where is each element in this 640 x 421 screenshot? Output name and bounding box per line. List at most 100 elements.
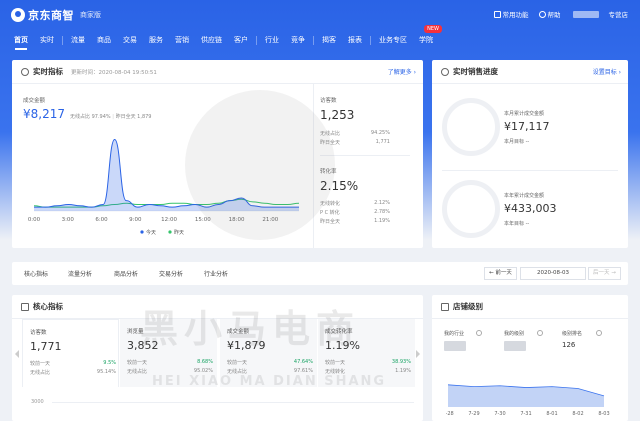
gmv-label: 成交金额 (23, 98, 46, 104)
legend-label: 昨天 (174, 229, 184, 236)
industry-value-blurred (444, 341, 466, 351)
date-picker[interactable]: 2020-08-03 (520, 267, 586, 280)
rank-date-label: 7-31 (520, 411, 531, 417)
x-tick-label: 0:00 (28, 217, 41, 223)
month-value: ¥17,117 (504, 120, 550, 133)
tab-traffic-analysis[interactable]: 流量分析 (68, 269, 92, 278)
info-icon (596, 330, 602, 336)
tab-trade[interactable]: 交易 (117, 30, 143, 51)
tab-industry-analysis[interactable]: 行业分析 (204, 269, 228, 278)
tab-supply-chain[interactable]: 供应链 (195, 30, 228, 51)
legend-marker (140, 230, 144, 234)
gmv-value: ¥8,217 (23, 107, 65, 121)
metric-label: 成交转化率 (325, 329, 353, 335)
tab-trade-analysis[interactable]: 交易分析 (159, 269, 183, 278)
sales-progress-card: 实时销售进度 设置目标 › 本月累计成交金额 ¥17,117 本月目标 -- 本… (432, 60, 628, 248)
realtime-title: 实时指标 (33, 67, 63, 76)
core-metrics-card: 核心指标 访客数 1,771 较前一天 9.5% 无线占比 95.14% 浏览量 3… (12, 295, 423, 421)
nav-divider (256, 36, 257, 45)
tab-product[interactable]: 商品 (91, 30, 117, 51)
tab-customer[interactable]: 客户 (228, 30, 254, 51)
year-target: 本年目标 -- (504, 221, 530, 227)
help-button[interactable]: 帮助 (538, 9, 561, 19)
month-target: 本月目标 -- (504, 139, 530, 145)
level-label: 我的级别 (504, 331, 525, 337)
common-functions-button[interactable]: 常用功能 (493, 9, 529, 19)
rank-date-label: 7-29 (468, 411, 479, 417)
month-progress-ring (442, 98, 500, 156)
rank-date-label: 8-01 (546, 411, 557, 417)
metric-change: 47.64% (293, 359, 313, 365)
visitors-label: 访客数 (320, 98, 337, 104)
metric-ratio: 97.61% (293, 368, 313, 374)
core-metrics-title: 核心指标 (33, 302, 63, 311)
tab-jieke[interactable]: 揭客 (316, 30, 342, 51)
store-level-card: 店铺级别 我的行业 我的级别 级别排名 126 7-28 7-29 7-30 7-31… (432, 295, 628, 421)
industry-label: 我的行业 (444, 331, 465, 337)
scroll-left-icon[interactable] (15, 350, 19, 358)
rank-date-label: 8-03 (598, 411, 609, 417)
visitors-wireless-value: 94.25% (370, 130, 390, 136)
metric-card-pageviews[interactable]: 浏览量 3,852 较前一天 8.68% 无线占比 95.02% (120, 319, 217, 387)
metric-value: 1,771 (30, 340, 62, 353)
brand-name: 京东商智 (28, 9, 74, 22)
scroll-right-icon[interactable] (416, 350, 420, 358)
year-progress-ring (442, 180, 500, 238)
x-tick-label: 9:00 (129, 217, 142, 223)
nav-divider (370, 36, 371, 45)
metric-change: 8.68% (197, 359, 213, 365)
tab-core-metrics[interactable]: 核心指标 (24, 269, 48, 278)
next-day-button[interactable]: 后一天 → (588, 267, 621, 280)
metric-label: 浏览量 (127, 329, 144, 335)
tab-reports[interactable]: 报表 (342, 30, 368, 51)
metric-value: ¥1,879 (227, 339, 266, 352)
month-label: 本月累计成交金额 (504, 111, 545, 117)
metric-ratio: 95.02% (193, 368, 213, 374)
info-icon (537, 330, 543, 336)
jd-logo-icon (11, 8, 25, 22)
prev-day-button[interactable]: ← 前一天 (484, 267, 517, 280)
metric-change: 9.5% (103, 360, 116, 366)
gmv-wireless-label: 无线占比 (70, 114, 91, 120)
gmv-wireless-value: 97.94% (91, 114, 111, 120)
help-icon (538, 10, 546, 18)
store-name[interactable]: 专营店 (609, 9, 629, 19)
divider (442, 170, 618, 171)
brand-logo[interactable]: 京东商智 商家版 (11, 7, 101, 23)
metric-card-visitors[interactable]: 访客数 1,771 较前一天 9.5% 无线占比 95.14% (22, 319, 119, 387)
tab-service[interactable]: 服务 (143, 30, 169, 51)
learn-more-link[interactable]: 了解更多 › (388, 67, 416, 76)
year-value: ¥433,003 (504, 202, 557, 215)
store-icon (441, 302, 449, 311)
conv-pc-label: P C 转化 (320, 210, 340, 216)
metric-ratio: 1.19% (395, 368, 411, 374)
store-level-title: 店铺级别 (453, 302, 483, 311)
tab-realtime[interactable]: 实时 (34, 30, 60, 51)
year-label: 本年累计成交金额 (504, 193, 545, 199)
tab-traffic[interactable]: 流量 (65, 30, 91, 51)
legend-marker (168, 230, 172, 234)
conv-yesterday-value: 1.19% (374, 218, 390, 224)
x-tick-label: 3:00 (62, 217, 75, 223)
tab-industry[interactable]: 行业 (259, 30, 285, 51)
tab-competition[interactable]: 竞争 (285, 30, 311, 51)
conv-pc-value: 2.78% (374, 209, 390, 215)
tab-business-zone[interactable]: 业务专区 (373, 30, 413, 51)
x-tick-label: 12:00 (161, 217, 177, 223)
rank-date-label: 8-02 (572, 411, 583, 417)
metric-card-gmv[interactable]: 成交金额 ¥1,879 较前一天 47.64% 无线占比 97.61% (220, 319, 317, 387)
x-tick-label: 6:00 (95, 217, 108, 223)
tab-product-analysis[interactable]: 商品分析 (114, 269, 138, 278)
top-bar: 京东商智 商家版 常用功能 帮助 专营店 (0, 0, 640, 30)
level-value-blurred (504, 341, 526, 351)
tab-marketing[interactable]: 营销 (169, 30, 195, 51)
set-target-link[interactable]: 设置目标 › (593, 67, 621, 76)
sales-progress-title: 实时销售进度 (453, 67, 498, 76)
account-name-blurred[interactable] (572, 10, 599, 18)
info-icon (476, 330, 482, 336)
tab-academy[interactable]: 学院 NEW (413, 25, 442, 51)
metric-card-conversion[interactable]: 成交转化率 1.19% 较前一天 38.93% 无线转化 1.19% (318, 319, 415, 387)
tab-home[interactable]: 首页 (8, 30, 34, 51)
rank-label: 级别排名 (562, 331, 583, 337)
update-time: 更新时间：2020-08-04 19:50:51 (71, 69, 157, 76)
